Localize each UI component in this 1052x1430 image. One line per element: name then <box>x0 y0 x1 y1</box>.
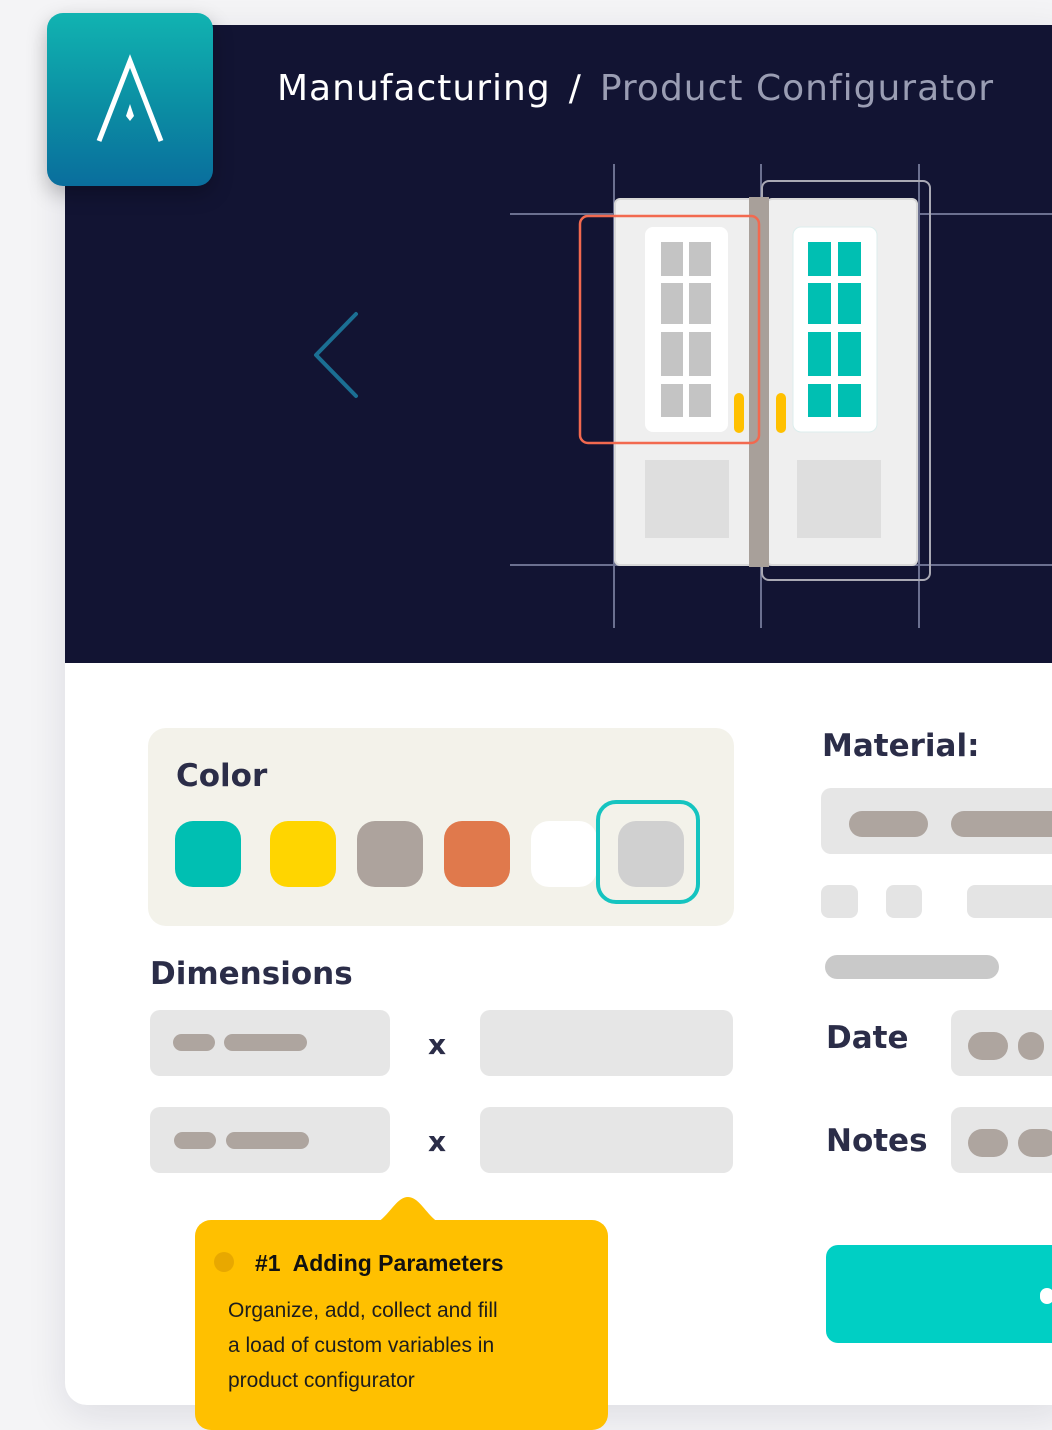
callout-body-line: product configurator <box>228 1369 415 1392</box>
color-title: Color <box>176 758 268 794</box>
callout-body-line: Organize, add, collect and fill <box>228 1299 498 1322</box>
placeholder-bar <box>968 1129 1008 1157</box>
breadcrumb-root[interactable]: Manufacturing <box>277 68 551 109</box>
placeholder-bar <box>951 811 1052 837</box>
chevron-left-icon <box>314 312 358 398</box>
placeholder-bar <box>224 1034 307 1051</box>
placeholder-bar <box>226 1132 309 1149</box>
placeholder-bar <box>1018 1129 1052 1157</box>
notes-label: Notes <box>826 1123 928 1159</box>
breadcrumb: Manufacturing / Product Configurator <box>277 68 994 109</box>
date-label: Date <box>826 1020 909 1056</box>
callout-dot-icon <box>214 1252 234 1272</box>
callout-title: #1 Adding Parameters <box>255 1250 504 1277</box>
callout-number: #1 <box>255 1250 281 1276</box>
dimension-width-value-field[interactable] <box>480 1010 733 1076</box>
callout-heading: Adding Parameters <box>292 1250 504 1276</box>
placeholder-bar <box>849 811 928 837</box>
material-option-chip[interactable] <box>967 885 1052 918</box>
previous-view-button[interactable] <box>310 310 366 402</box>
swatch-white[interactable] <box>531 821 597 887</box>
dimension-height-value-field[interactable] <box>480 1107 733 1173</box>
swatch-taupe[interactable] <box>357 821 423 887</box>
placeholder-bar <box>825 955 999 979</box>
dimensions-title: Dimensions <box>150 956 353 992</box>
double-door-preview[interactable] <box>505 160 1052 630</box>
material-option-chip[interactable] <box>821 885 858 918</box>
dimension-separator: x <box>428 1125 447 1158</box>
swatch-orange[interactable] <box>444 821 510 887</box>
placeholder-bar <box>173 1034 215 1051</box>
button-dot-icon <box>1040 1288 1052 1304</box>
swatch-light-gray[interactable] <box>618 821 684 887</box>
swatch-teal[interactable] <box>175 821 241 887</box>
placeholder-bar <box>1018 1032 1044 1060</box>
placeholder-bar <box>968 1032 1008 1060</box>
material-option-chip[interactable] <box>886 885 922 918</box>
breadcrumb-separator: / <box>568 68 582 109</box>
placeholder-bar <box>174 1132 216 1149</box>
dimension-separator: x <box>428 1028 447 1061</box>
submit-button[interactable] <box>826 1245 1052 1343</box>
swatch-yellow[interactable] <box>270 821 336 887</box>
callout-body-line: a load of custom variables in <box>228 1334 495 1357</box>
callout-body: Organize, add, collect and fill a load o… <box>228 1293 588 1398</box>
breadcrumb-current: Product Configurator <box>599 68 995 109</box>
app-logo[interactable] <box>47 13 213 186</box>
a-monogram-logo-icon <box>96 54 164 142</box>
material-title: Material: <box>822 728 980 764</box>
